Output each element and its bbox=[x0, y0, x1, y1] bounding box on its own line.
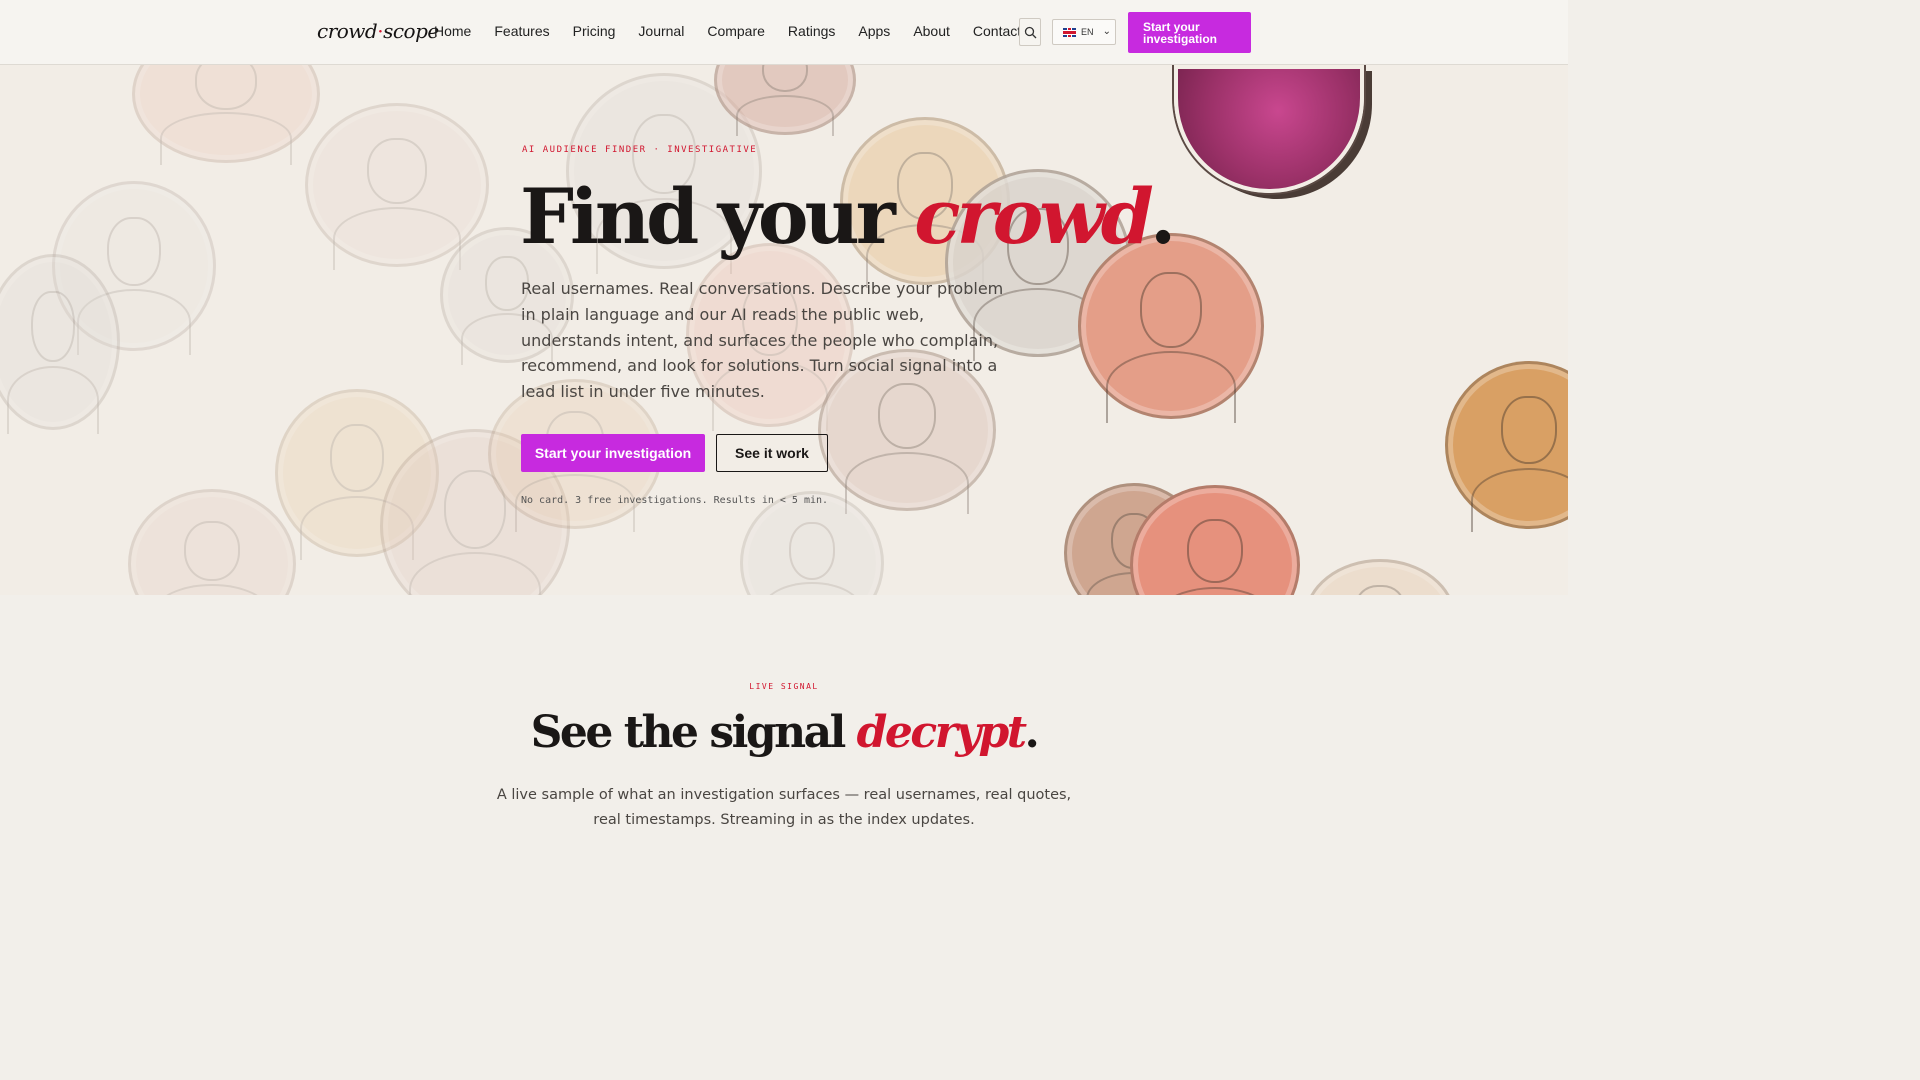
nav-features[interactable]: Features bbox=[494, 23, 549, 39]
chevron-down-icon: ⌄ bbox=[1102, 26, 1111, 37]
see-it-work-button[interactable]: See it work bbox=[716, 434, 828, 472]
red-button-illustration bbox=[1174, 65, 1364, 193]
nav-contact[interactable]: Contact bbox=[973, 23, 1021, 39]
nav-journal[interactable]: Journal bbox=[638, 23, 684, 39]
nav-apps[interactable]: Apps bbox=[858, 23, 890, 39]
portrait-medallion bbox=[132, 65, 320, 166]
search-button[interactable] bbox=[1019, 18, 1041, 46]
main-nav: Home Features Pricing Journal Compare Ra… bbox=[434, 23, 1044, 39]
hero-title: Find your crowd. bbox=[520, 172, 1176, 261]
portrait-medallion bbox=[128, 489, 296, 595]
live-signal-title: See the signal decrypt. bbox=[530, 707, 1040, 758]
hero-fine-print: No card. 3 free investigations. Results … bbox=[521, 495, 829, 506]
search-icon bbox=[1024, 26, 1036, 38]
top-navigation-bar: crowd·scope Home Features Pricing Journa… bbox=[0, 0, 1568, 65]
nav-compare[interactable]: Compare bbox=[707, 23, 765, 39]
crowdscope-logo[interactable]: crowd·scope bbox=[317, 19, 439, 43]
hero-description: Real usernames. Real conversations. Desc… bbox=[521, 279, 1004, 402]
start-investigation-button[interactable]: Start your investigation bbox=[521, 434, 705, 472]
header-start-investigation-button[interactable]: Start your investigation bbox=[1128, 12, 1251, 53]
portrait-medallion bbox=[1445, 361, 1568, 533]
nav-about[interactable]: About bbox=[913, 23, 950, 39]
language-select[interactable]: EN ⌄ bbox=[1052, 19, 1116, 45]
live-signal-eyebrow: LIVE SIGNAL bbox=[749, 682, 819, 691]
nav-home[interactable]: Home bbox=[434, 23, 471, 39]
nav-ratings[interactable]: Ratings bbox=[788, 23, 835, 39]
hero-eyebrow: AI AUDIENCE FINDER · INVESTIGATIVE bbox=[522, 145, 758, 155]
live-signal-description: A live sample of what an investigation s… bbox=[496, 787, 1072, 828]
uk-flag-icon bbox=[1063, 27, 1076, 37]
portrait-medallion bbox=[714, 65, 856, 137]
nav-pricing[interactable]: Pricing bbox=[573, 23, 616, 39]
portrait-medallion bbox=[1304, 559, 1456, 595]
hero-section: AI AUDIENCE FINDER · INVESTIGATIVE Find … bbox=[0, 65, 1568, 595]
portrait-medallion bbox=[305, 103, 489, 271]
